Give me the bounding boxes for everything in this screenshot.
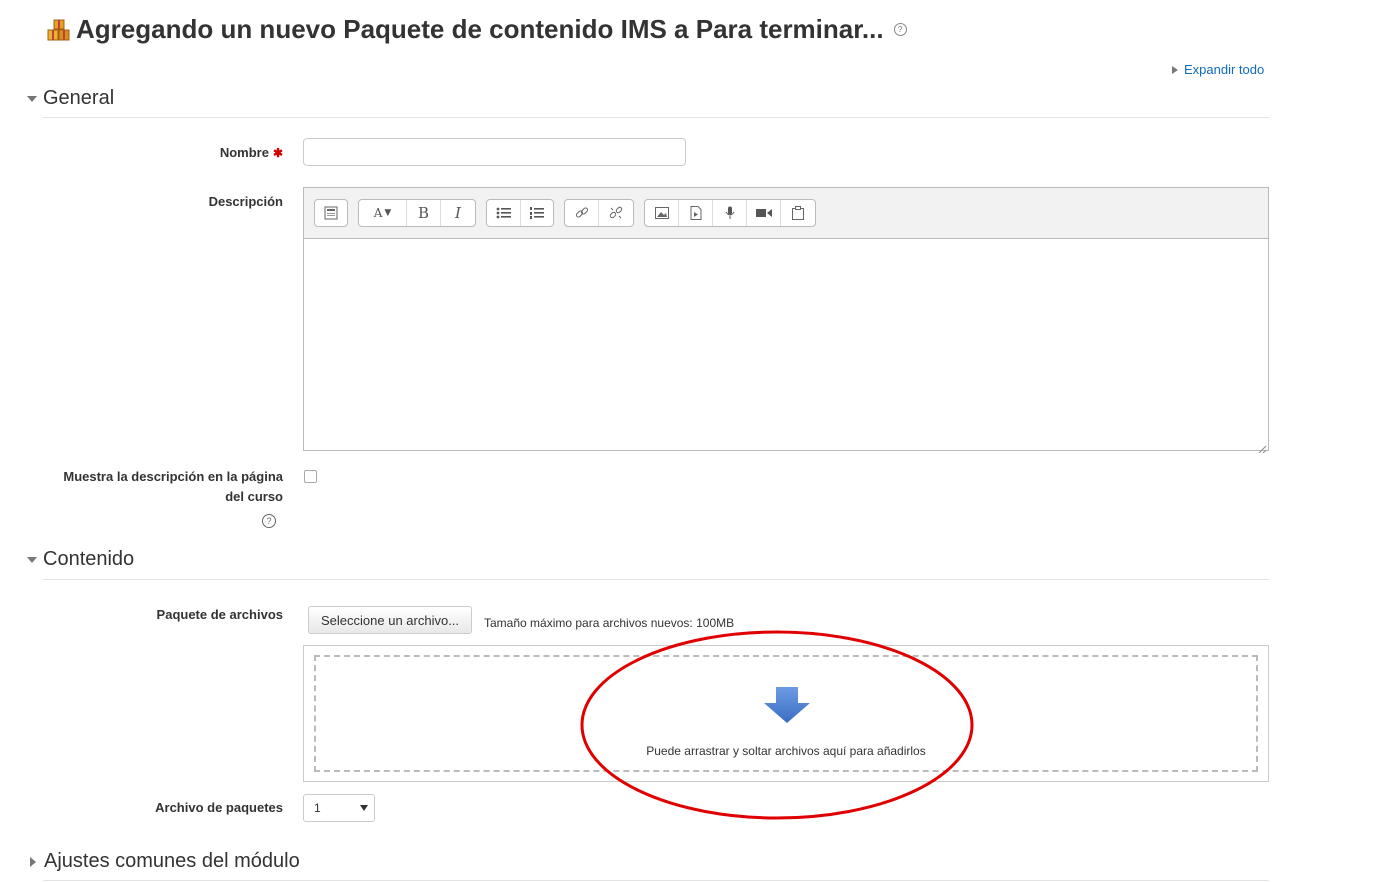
package-icon bbox=[46, 18, 72, 42]
help-icon[interactable]: ? bbox=[262, 514, 276, 528]
font-style-icon[interactable]: A ▼ bbox=[359, 200, 407, 226]
show-description-checkbox[interactable] bbox=[304, 470, 317, 483]
help-icon[interactable]: ? bbox=[893, 23, 907, 36]
unlink-icon[interactable] bbox=[599, 200, 633, 226]
record-video-icon[interactable] bbox=[747, 200, 781, 226]
required-asterisk-icon: ✱ bbox=[272, 146, 283, 160]
packages-label: Archivo de paquetes bbox=[155, 800, 283, 815]
down-arrow-icon bbox=[763, 686, 811, 729]
divider bbox=[43, 579, 1269, 580]
toolbar-group bbox=[314, 199, 348, 227]
packages-select[interactable]: 1 bbox=[303, 794, 375, 822]
manage-files-icon[interactable] bbox=[781, 200, 815, 226]
packages-selected-value: 1 bbox=[314, 801, 321, 815]
caret-right-icon bbox=[1172, 65, 1178, 74]
name-input[interactable] bbox=[303, 138, 686, 166]
description-editor[interactable]: A ▼ B I bbox=[303, 187, 1269, 454]
name-label-text: Nombre bbox=[219, 145, 269, 160]
record-audio-icon[interactable] bbox=[713, 200, 747, 226]
show-description-label-line2: del curso bbox=[225, 489, 283, 504]
numbered-list-icon[interactable] bbox=[521, 200, 553, 226]
choose-file-button[interactable]: Seleccione un archivo... bbox=[308, 606, 473, 634]
italic-icon[interactable]: I bbox=[441, 200, 475, 226]
resize-handle-icon[interactable] bbox=[1258, 440, 1267, 454]
max-size-text: Tamaño máximo para archivos nuevos: 100M… bbox=[484, 616, 735, 630]
toolbar-group bbox=[564, 199, 634, 227]
font-glyph: A bbox=[373, 206, 383, 220]
section-common-title: Ajustes comunes del módulo bbox=[44, 850, 300, 872]
divider bbox=[43, 117, 1269, 118]
caret-right-icon bbox=[30, 856, 36, 867]
toolbar-group: A ▼ B I bbox=[358, 199, 476, 227]
bold-glyph: B bbox=[417, 204, 430, 222]
description-label: Descripción bbox=[208, 194, 283, 209]
editor-toolbar: A ▼ B I bbox=[304, 188, 1268, 239]
section-general-title: General bbox=[43, 87, 115, 109]
toolbar-group bbox=[644, 199, 816, 227]
bullet-list-icon[interactable] bbox=[487, 200, 521, 226]
show-description-label-line1: Muestra la descripción en la página bbox=[63, 469, 283, 484]
section-contenido-toggle[interactable]: Contenido bbox=[27, 548, 134, 571]
toolbar-group bbox=[486, 199, 554, 227]
section-common-toggle[interactable]: Ajustes comunes del módulo bbox=[27, 850, 300, 873]
image-icon[interactable] bbox=[645, 200, 679, 226]
toolbar-toggle-icon[interactable] bbox=[315, 200, 347, 226]
page-title-text: Agregando un nuevo Paquete de contenido … bbox=[76, 14, 884, 44]
dropdown-arrow-icon bbox=[360, 805, 368, 811]
bold-icon[interactable]: B bbox=[407, 200, 441, 226]
caret-down-icon bbox=[27, 95, 37, 102]
divider bbox=[43, 880, 1269, 881]
show-description-label: Muestra la descripción en la página del … bbox=[63, 467, 283, 507]
drop-hint-text: Puede arrastrar y soltar archivos aquí p… bbox=[646, 744, 926, 758]
media-icon[interactable] bbox=[679, 200, 713, 226]
italic-glyph: I bbox=[455, 204, 461, 222]
expand-all-label: Expandir todo bbox=[1184, 62, 1265, 77]
file-drop-zone[interactable]: Puede arrastrar y soltar archivos aquí p… bbox=[303, 645, 1269, 782]
section-contenido-title: Contenido bbox=[43, 548, 135, 570]
file-package-label: Paquete de archivos bbox=[156, 607, 283, 622]
caret-down-icon bbox=[27, 556, 37, 563]
link-icon[interactable] bbox=[565, 200, 599, 226]
section-general-toggle[interactable]: General bbox=[27, 87, 114, 110]
name-label: Nombre ✱ bbox=[220, 143, 283, 163]
expand-all-link[interactable]: Expandir todo bbox=[1172, 62, 1264, 77]
page-title: Agregando un nuevo Paquete de contenido … bbox=[46, 14, 907, 45]
